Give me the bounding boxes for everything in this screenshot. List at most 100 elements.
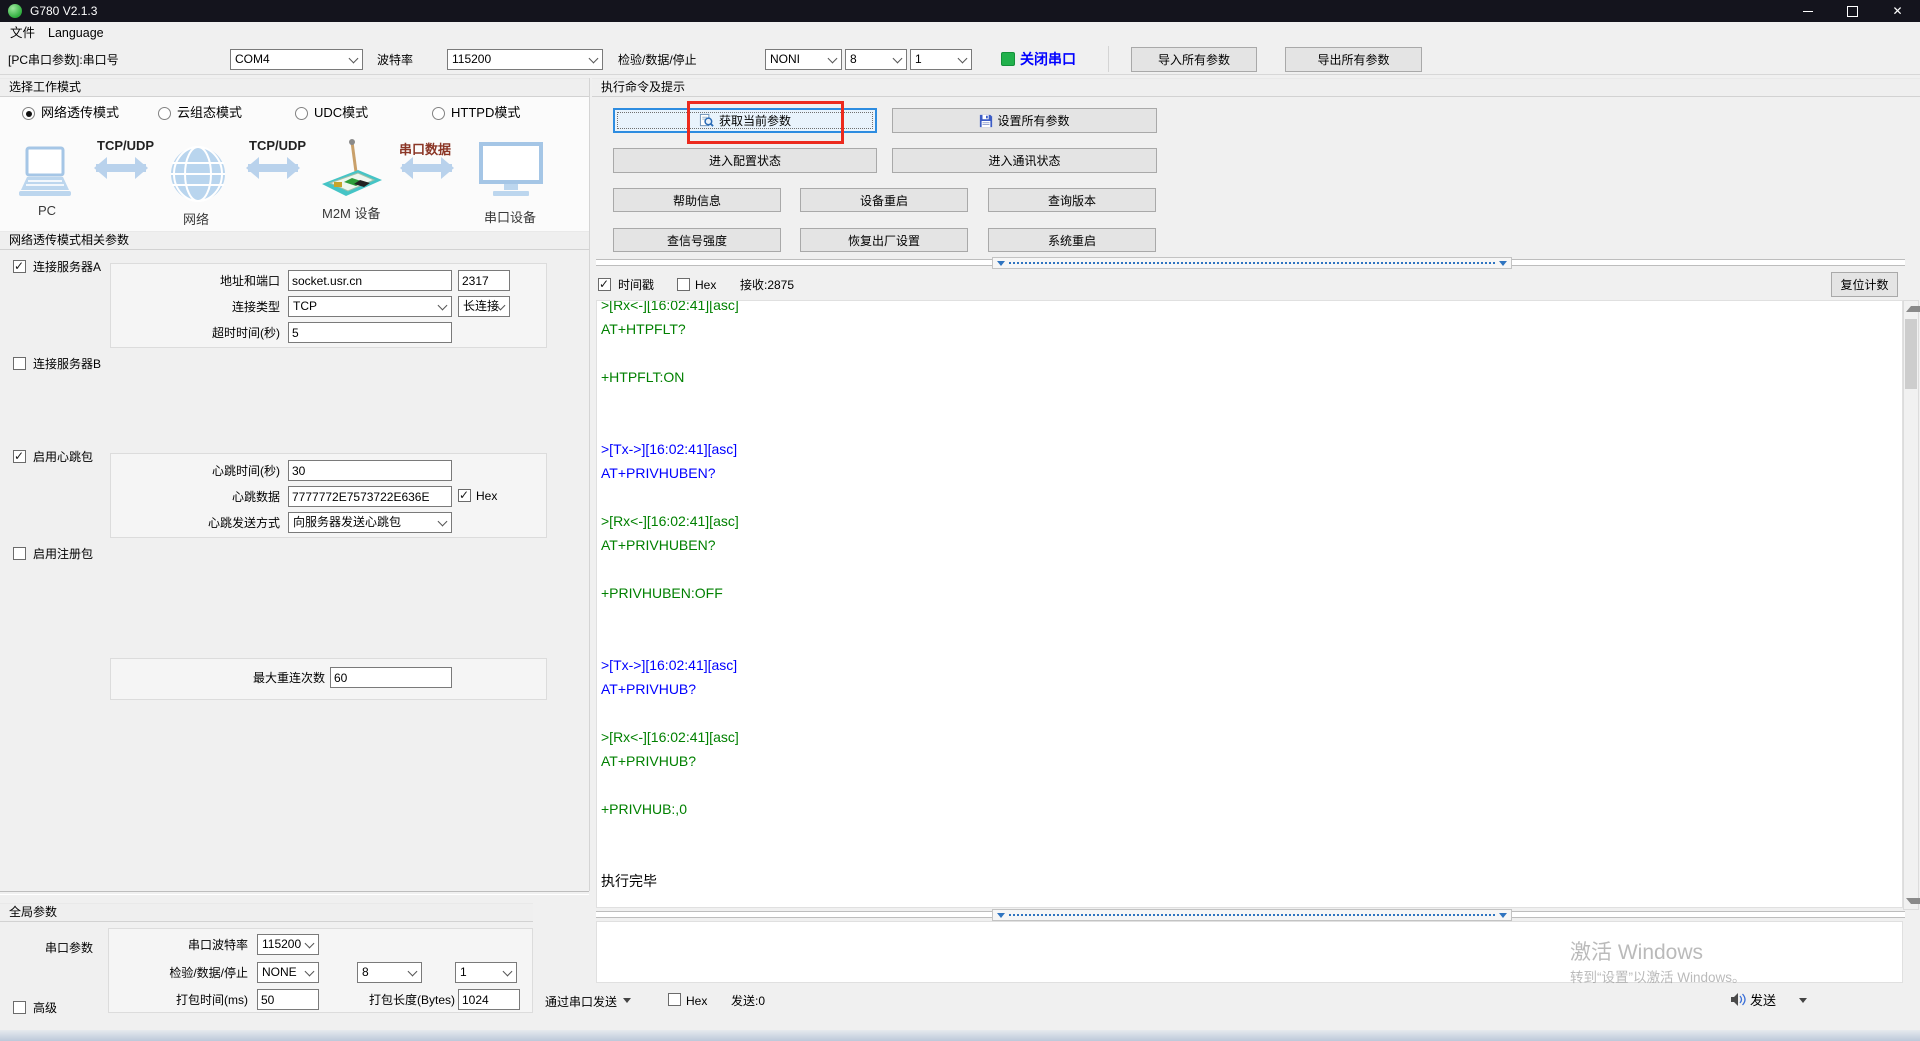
send-via-serial-dropdown[interactable]: 通过串口发送 xyxy=(545,994,632,1010)
timestamp-checkbox[interactable] xyxy=(598,277,611,291)
serial-databits-select[interactable]: 8 xyxy=(357,962,422,983)
import-params-button[interactable]: 导入所有参数 xyxy=(1131,47,1257,72)
radio-net-transparent[interactable] xyxy=(22,107,35,120)
advanced-checkbox[interactable] xyxy=(13,1001,26,1014)
send-options-dropdown[interactable] xyxy=(1799,998,1807,1007)
splitter-scrollbar[interactable] xyxy=(992,257,1512,269)
radio-httpd[interactable] xyxy=(432,107,445,120)
conn-type-select[interactable]: TCP xyxy=(288,296,452,317)
log-line: +PRIVHUBEN:OFF xyxy=(601,585,723,601)
databits-select[interactable]: 8 xyxy=(845,49,907,70)
server-addr-input[interactable] xyxy=(288,270,452,291)
send-button[interactable]: 发送 xyxy=(1750,993,1776,1009)
conn-type-label: 连接类型 xyxy=(231,300,280,314)
device-reboot-button[interactable]: 设备重启 xyxy=(800,188,968,212)
serial-baud-select[interactable]: 115200 xyxy=(257,934,319,955)
system-reboot-button[interactable]: 系统重启 xyxy=(988,228,1156,252)
help-button[interactable]: 帮助信息 xyxy=(613,188,781,212)
minimize-button[interactable] xyxy=(1785,0,1830,22)
com-port-select[interactable]: COM4 xyxy=(230,49,363,70)
menu-language[interactable]: Language xyxy=(44,22,108,44)
arrow-pc-network-icon xyxy=(84,157,158,179)
heartbeat-checkbox[interactable] xyxy=(13,449,26,463)
register-checkbox[interactable] xyxy=(13,547,26,560)
query-signal-button[interactable]: 查信号强度 xyxy=(613,228,781,252)
reset-counter-button[interactable]: 复位计数 xyxy=(1831,272,1898,297)
baud-select[interactable]: 115200 xyxy=(447,49,603,70)
splitter-scrollbar[interactable] xyxy=(992,909,1512,921)
serial-stopbits-select[interactable]: 1 xyxy=(455,962,517,983)
timeout-label: 超时时间(秒) xyxy=(212,326,280,340)
panel-divider xyxy=(589,78,590,891)
parity-select[interactable]: NONI xyxy=(765,49,842,70)
chevron-down-icon xyxy=(437,300,448,311)
arrow-network-m2m-icon xyxy=(236,157,310,179)
maximize-icon xyxy=(1847,5,1858,17)
heartbeat-mode-select[interactable]: 向服务器发送心跳包 xyxy=(288,512,452,533)
scroll-down-icon[interactable] xyxy=(1906,898,1920,904)
title-bar: G780 V2.1.3 ✕ xyxy=(0,0,1920,22)
query-version-button[interactable]: 查询版本 xyxy=(988,188,1156,212)
factory-reset-button[interactable]: 恢复出厂设置 xyxy=(800,228,968,252)
close-port-button[interactable]: 关闭串口 xyxy=(1020,50,1076,68)
timestamp-label: 时间戳 xyxy=(618,278,655,292)
chevron-down-icon xyxy=(892,53,903,64)
get-params-button[interactable]: 获取当前参数 xyxy=(613,108,877,133)
chevron-down-icon xyxy=(502,966,513,977)
maximize-button[interactable] xyxy=(1830,0,1875,22)
m2m-device-icon xyxy=(316,136,386,202)
heartbeat-hex-checkbox[interactable] xyxy=(458,488,471,502)
network-globe-icon xyxy=(167,146,229,203)
reconnect-label: 最大重连次数 xyxy=(252,671,325,685)
log-output[interactable]: >[Rx<-][16:02:41][asc] AT+HTPFLT? +HTPFLT:… xyxy=(596,300,1903,908)
log-hex-checkbox[interactable] xyxy=(677,278,690,291)
radio-udc[interactable] xyxy=(295,107,308,120)
heartbeat-time-input[interactable] xyxy=(288,460,452,481)
heartbeat-time-label: 心跳时间(秒) xyxy=(212,464,280,478)
floppy-disk-icon xyxy=(979,114,993,128)
menu-bar: 文件 Language xyxy=(0,22,1920,44)
radio-cloud[interactable] xyxy=(158,107,171,120)
heartbeat-mode-label: 心跳发送方式 xyxy=(207,516,280,530)
server-b-checkbox[interactable] xyxy=(13,357,26,370)
vertical-scrollbar[interactable] xyxy=(1903,300,1920,910)
log-line: AT+PRIVHUB? xyxy=(601,681,697,697)
chevron-down-icon xyxy=(437,516,448,527)
menu-file[interactable]: 文件 xyxy=(6,22,39,44)
set-params-button[interactable]: 设置所有参数 xyxy=(892,108,1157,133)
log-line: +PRIVHUB:,0 xyxy=(601,801,687,817)
enter-comm-button[interactable]: 进入通讯状态 xyxy=(892,148,1157,173)
server-port-input[interactable] xyxy=(458,270,510,291)
timeout-input[interactable] xyxy=(288,322,452,343)
stopbits-select[interactable]: 1 xyxy=(910,49,972,70)
log-line: >[Rx<-][16:02:41][asc] xyxy=(601,513,739,529)
baud-label: 波特率 xyxy=(377,53,414,67)
log-line: AT+PRIVHUBEN? xyxy=(601,537,716,553)
scroll-up-icon[interactable] xyxy=(1906,306,1920,312)
net-params-header: 网络透传模式相关参数 xyxy=(0,231,589,250)
reconnect-input[interactable] xyxy=(330,667,452,688)
heartbeat-data-input[interactable] xyxy=(288,486,452,507)
log-line: +HTPFLT:ON xyxy=(601,369,685,385)
enter-config-button[interactable]: 进入配置状态 xyxy=(613,148,877,173)
heartbeat-label: 启用心跳包 xyxy=(33,450,94,464)
link-label-tcpudp-2: TCP/UDP xyxy=(249,138,307,153)
chevron-down-icon xyxy=(304,966,315,977)
export-params-button[interactable]: 导出所有参数 xyxy=(1285,47,1422,72)
scrollbar-thumb[interactable] xyxy=(1905,319,1917,389)
server-a-checkbox[interactable] xyxy=(13,259,26,273)
conn-mode-select[interactable]: 长连接 xyxy=(458,296,510,317)
toolbar-separator xyxy=(1108,46,1109,72)
pack-len-input[interactable] xyxy=(458,989,520,1010)
app-window: G780 V2.1.3 ✕ 文件 Language [PC串口参数]:串口号 C… xyxy=(0,0,1920,1041)
serial-parity-select[interactable]: NONE xyxy=(257,962,319,983)
server-a-label: 连接服务器A xyxy=(33,260,102,274)
send-hex-checkbox[interactable] xyxy=(668,993,681,1006)
radio-udc-label: UDC模式 xyxy=(314,105,369,120)
link-label-serial-data: 串口数据 xyxy=(399,142,452,157)
serial-parity-label: 检验/数据/停止 xyxy=(169,966,248,980)
close-button[interactable]: ✕ xyxy=(1875,0,1920,22)
